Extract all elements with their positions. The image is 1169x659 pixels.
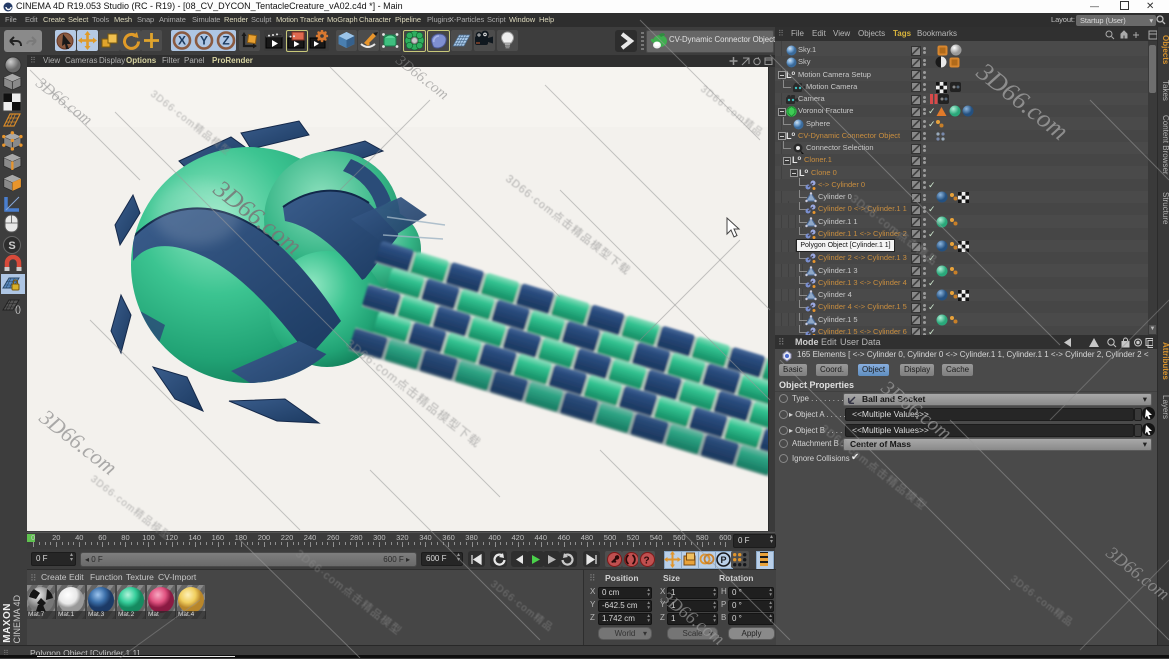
svg-text:X: X <box>178 34 186 48</box>
svg-text:P: P <box>720 555 726 565</box>
svg-text:S: S <box>8 240 15 252</box>
svg-text:?: ? <box>643 556 649 567</box>
svg-text:Z: Z <box>222 34 229 48</box>
svg-text:Y: Y <box>200 34 208 48</box>
svg-text:(): () <box>15 304 21 314</box>
